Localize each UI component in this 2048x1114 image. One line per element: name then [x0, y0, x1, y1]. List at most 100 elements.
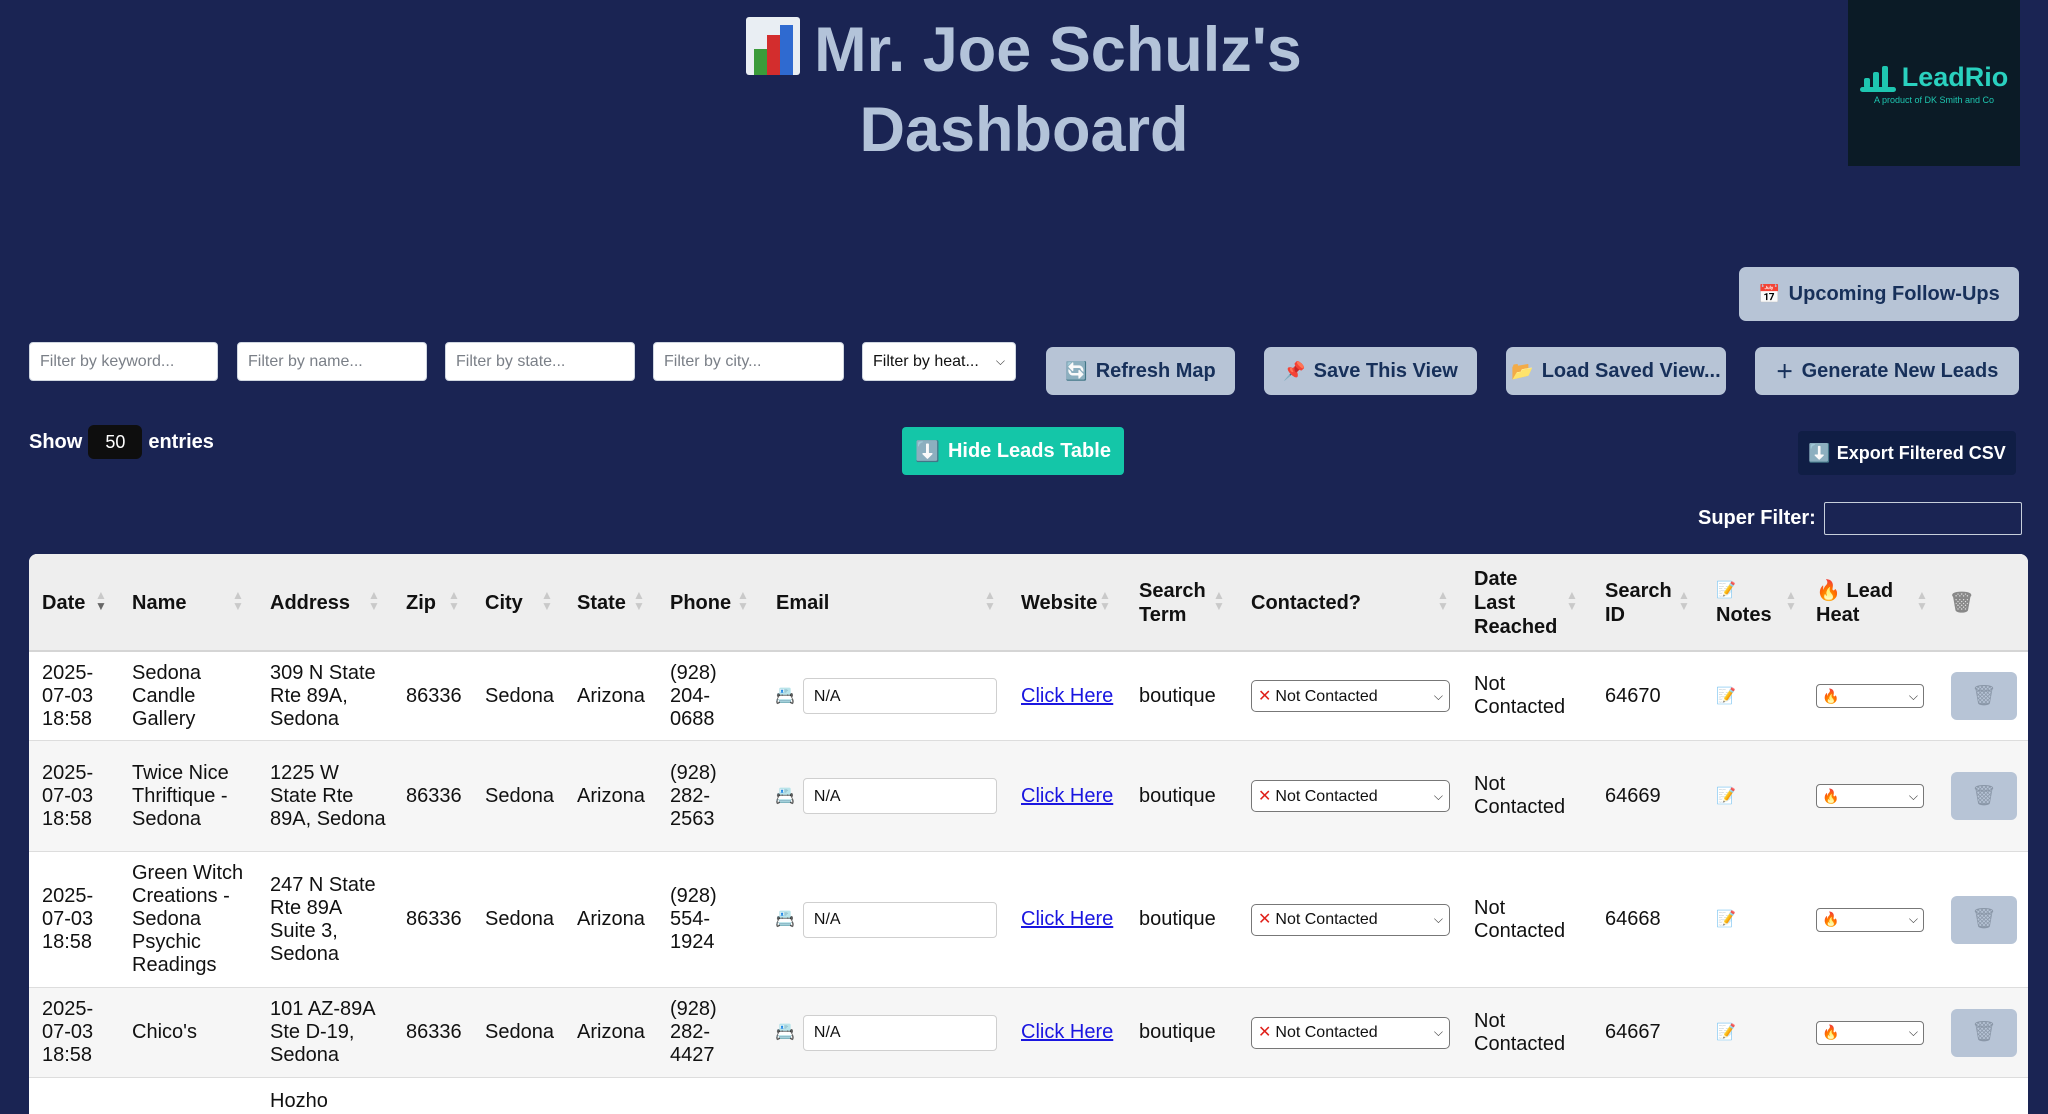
cell-contacted: ✕ Not Contacted ⌵ — [1251, 852, 1450, 987]
col-name[interactable]: Name — [132, 554, 186, 652]
cell-search-term: boutique — [1139, 1021, 1216, 1043]
fire-icon: 🔥 — [1822, 687, 1840, 704]
load-saved-view-button[interactable]: 📂 Load Saved View... — [1506, 347, 1726, 395]
cell-date: 2025-07-03 18:58 — [42, 761, 94, 830]
cell-city: Sedona — [485, 684, 554, 707]
cell-search-id: 64668 — [1605, 908, 1661, 930]
down-arrow-icon: ⬇️ — [915, 440, 940, 463]
cross-mark-icon: ✕ — [1258, 911, 1272, 928]
sort-icon: ▲ ▼ — [1099, 588, 1111, 613]
super-filter-input[interactable] — [1823, 502, 2022, 535]
lead-heat-select[interactable]: 🔥 ⌵ — [1816, 684, 1924, 708]
contacted-status-select[interactable]: ✕ Not Contacted ⌵ — [1251, 1016, 1450, 1049]
generate-leads-button[interactable]: ＋ Generate New Leads — [1755, 347, 2019, 395]
logo-mark-icon — [1859, 62, 1896, 92]
chevron-down-icon: ⌵ — [1433, 1025, 1443, 1039]
col-date-last-reached[interactable]: Date Last Reached — [1474, 554, 1564, 652]
website-link[interactable]: Click Here — [1021, 1021, 1113, 1044]
website-link[interactable]: Click Here — [1021, 785, 1113, 808]
sort-icon: ▲ ▼ — [1213, 588, 1225, 613]
contacted-status-select[interactable]: ✕ Not Contacted ⌵ — [1251, 903, 1450, 936]
cell-name: Green Witch Creations - Sedona Psychic R… — [132, 862, 244, 976]
sort-icon: ▲ ▼ — [1678, 588, 1690, 613]
delete-row-button[interactable]: 🗑 — [1951, 672, 2017, 720]
lead-heat-select[interactable]: 🔥 ⌵ — [1816, 784, 1924, 808]
fire-icon: 🔥 — [1822, 1024, 1840, 1040]
delete-row-button[interactable]: 🗑 — [1951, 895, 2017, 944]
cell-search-term: boutique — [1139, 784, 1216, 807]
save-view-button[interactable]: 📌 Save This View — [1264, 347, 1477, 395]
upcoming-followups-button[interactable]: 📅 Upcoming Follow-Ups — [1739, 267, 2019, 321]
email-input[interactable]: N/A — [802, 901, 997, 938]
contact-card-icon[interactable]: 📇 — [775, 1021, 795, 1044]
col-date[interactable]: Date — [42, 554, 85, 652]
email-input[interactable]: N/A — [802, 1014, 997, 1051]
chevron-down-icon: ⌵ — [1908, 1025, 1918, 1039]
col-search-id[interactable]: Search ID — [1605, 554, 1685, 652]
chevron-down-icon: ⌵ — [1433, 912, 1443, 926]
sort-icon: ▲ ▼ — [541, 588, 553, 613]
col-website[interactable]: Website — [1021, 554, 1097, 652]
sort-icon: ▲ ▼ — [1437, 588, 1449, 613]
lead-heat-select[interactable]: 🔥 ⌵ — [1816, 1020, 1924, 1045]
state-filter-input[interactable]: Filter by state... — [445, 342, 635, 381]
website-link[interactable]: Click Here — [1021, 685, 1113, 708]
contact-card-icon[interactable]: 📇 — [775, 785, 795, 808]
col-lead-heat[interactable]: 🔥 Lead Heat — [1816, 554, 1896, 652]
contact-card-icon[interactable]: 📇 — [775, 685, 795, 708]
contacted-status-select[interactable]: ✕ Not Contacted ⌵ — [1251, 780, 1450, 812]
cell-delete: 🗑 — [1951, 988, 2017, 1077]
name-filter-input[interactable]: Filter by name... — [237, 342, 427, 381]
heat-filter-select[interactable]: Filter by heat... ⌵ — [862, 342, 1016, 381]
chevron-down-icon: ⌵ — [995, 354, 1005, 368]
lead-heat-select[interactable]: 🔥 ⌵ — [1816, 907, 1924, 932]
export-csv-button[interactable]: ⬇️ Export Filtered CSV — [1798, 431, 2016, 475]
sort-icon: ▲ ▼ — [1785, 588, 1797, 613]
col-phone[interactable]: Phone — [670, 554, 731, 652]
email-input[interactable]: N/A — [802, 778, 997, 814]
col-zip[interactable]: Zip — [406, 554, 436, 652]
fire-icon: 🔥 — [1822, 911, 1840, 927]
col-email[interactable]: Email — [776, 554, 829, 652]
cell-zip: 86336 — [406, 1021, 462, 1043]
contacted-status-select[interactable]: ✕ Not Contacted ⌵ — [1251, 680, 1450, 712]
cell-contacted: ✕ Not Contacted ⌵ — [1251, 741, 1450, 851]
chevron-down-icon: ⌵ — [1908, 788, 1918, 803]
city-filter-input[interactable]: Filter by city... — [653, 342, 844, 381]
cell-email: 📇 N/A — [775, 741, 997, 851]
cell-city: Sedona — [485, 908, 554, 930]
download-icon: ⬇️ — [1808, 442, 1831, 463]
cell-state: Arizona — [577, 1021, 645, 1043]
hide-leads-table-button[interactable]: ⬇️ Hide Leads Table — [902, 427, 1124, 475]
cell-search-id: 64667 — [1605, 1021, 1661, 1043]
col-contacted[interactable]: Contacted? — [1251, 554, 1361, 652]
keyword-filter-input[interactable]: Filter by keyword... — [29, 342, 218, 381]
notes-icon[interactable]: 📝 — [1716, 652, 1736, 740]
cross-mark-icon: ✕ — [1258, 1024, 1272, 1041]
col-state[interactable]: State — [577, 554, 626, 652]
cell-state: Arizona — [577, 784, 645, 807]
website-link[interactable]: Click Here — [1021, 908, 1113, 931]
sort-icon: ▲ ▼ — [448, 588, 460, 613]
col-notes[interactable]: 📝 Notes — [1716, 554, 1772, 652]
refresh-map-button[interactable]: 🔄 Refresh Map — [1046, 347, 1235, 395]
email-input[interactable]: N/A — [802, 678, 997, 714]
col-address[interactable]: Address — [270, 554, 350, 652]
contact-card-icon[interactable]: 📇 — [775, 908, 795, 931]
fire-icon: 🔥 — [1816, 580, 1841, 602]
entries-count-select[interactable]: 50 — [88, 425, 143, 459]
col-search-term[interactable]: Search Term — [1139, 554, 1219, 652]
notes-icon[interactable]: 📝 — [1716, 852, 1736, 987]
trash-icon: 🗑 — [1971, 684, 1997, 707]
bar-chart-icon — [746, 17, 801, 75]
cell-zip: 86336 — [406, 908, 462, 930]
notes-icon[interactable]: 📝 — [1716, 988, 1736, 1077]
cell-search-term: boutique — [1139, 908, 1216, 930]
col-city[interactable]: City — [485, 554, 523, 652]
chevron-down-icon: ⌵ — [1908, 688, 1918, 703]
trash-icon: 🗑 — [1971, 784, 1997, 807]
delete-row-button[interactable]: 🗑 — [1951, 772, 2017, 820]
notes-icon[interactable]: 📝 — [1716, 741, 1736, 851]
delete-row-button[interactable]: 🗑 — [1951, 1008, 2017, 1057]
table-row: 2025-07-03 18:58 Sedona Candle Gallery 309… — [29, 652, 2028, 741]
